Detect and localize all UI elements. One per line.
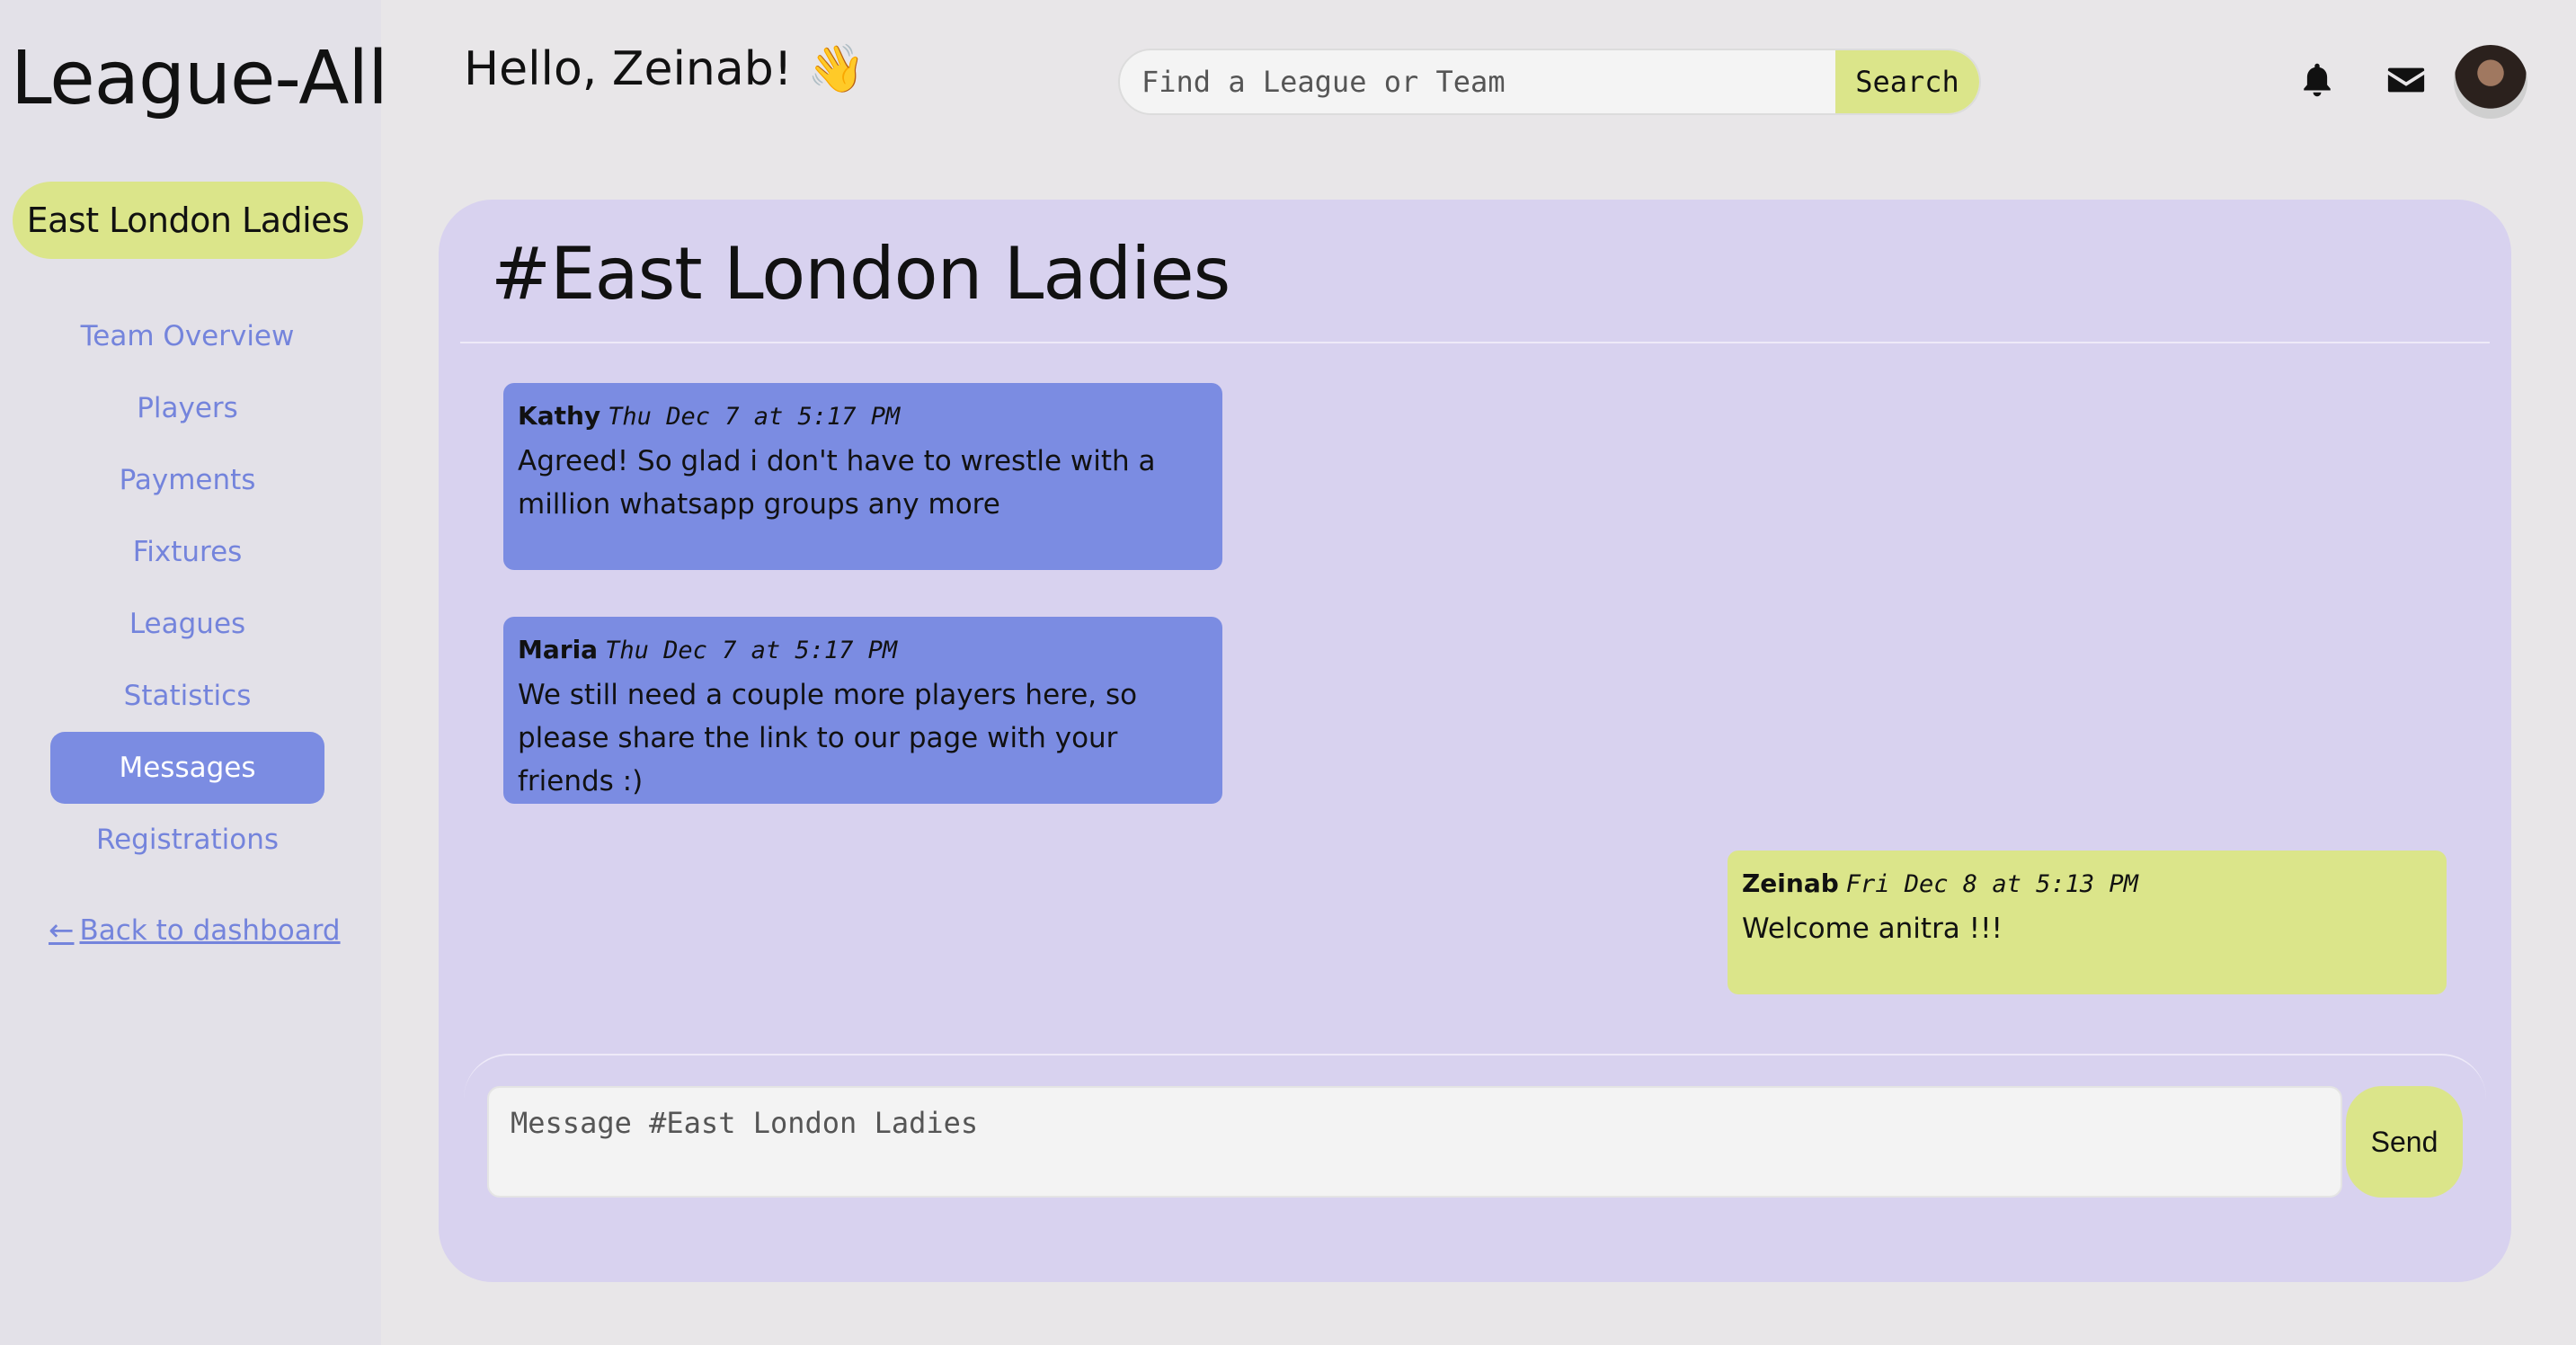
back-to-dashboard-label: Back to dashboard xyxy=(79,914,341,947)
sidebar-item-leagues[interactable]: Leagues xyxy=(50,588,324,660)
message-author: Kathy xyxy=(518,401,601,431)
back-to-dashboard-link[interactable]: ← Back to dashboard xyxy=(49,908,341,953)
sidebar-item-registrations[interactable]: Registrations xyxy=(50,804,324,876)
search-button[interactable]: Search xyxy=(1835,50,1979,113)
message-text: Agreed! So glad i don't have to wrestle … xyxy=(518,445,1156,521)
sidebar: League-All East London Ladies Team Overv… xyxy=(0,0,388,1345)
app-logo[interactable]: League-All xyxy=(11,36,388,121)
message-time: Fri Dec 8 at 5:13 PM xyxy=(1845,870,2138,898)
greeting: Hello, Zeinab! 👋 xyxy=(464,42,866,96)
sidebar-item-messages[interactable]: Messages xyxy=(50,732,324,804)
sidebar-item-statistics[interactable]: Statistics xyxy=(50,660,324,732)
sidebar-item-payments[interactable]: Payments xyxy=(50,444,324,516)
bell-icon[interactable] xyxy=(2296,59,2338,101)
sidebar-item-players[interactable]: Players xyxy=(50,372,324,444)
message-bubble: Maria Thu Dec 7 at 5:17 PM We still need … xyxy=(503,617,1222,804)
message-time: Thu Dec 7 at 5:17 PM xyxy=(605,637,898,664)
message-text: We still need a couple more players here… xyxy=(518,679,1138,797)
sidebar-item-team-overview[interactable]: Team Overview xyxy=(50,300,324,372)
sidebar-item-fixtures[interactable]: Fixtures xyxy=(50,516,324,588)
chat-panel: #East London Ladies Kathy Thu Dec 7 at 5:… xyxy=(439,200,2511,1282)
mail-icon[interactable] xyxy=(2385,59,2427,101)
send-button[interactable]: Send xyxy=(2346,1086,2463,1198)
channel-title: #East London Ladies xyxy=(491,232,1230,316)
message-bubble-own: Zeinab Fri Dec 8 at 5:13 PM Welcome anitr… xyxy=(1728,851,2447,994)
message-time: Thu Dec 7 at 5:17 PM xyxy=(608,403,901,431)
arrow-left-icon: ← xyxy=(49,913,75,949)
divider xyxy=(460,342,2490,343)
message-input[interactable] xyxy=(487,1086,2342,1198)
message-bubble: Kathy Thu Dec 7 at 5:17 PM Agreed! So gla… xyxy=(503,383,1222,570)
search-bar: Search xyxy=(1118,49,1981,115)
user-avatar[interactable] xyxy=(2454,45,2527,119)
team-name-badge[interactable]: East London Ladies xyxy=(13,182,363,259)
message-author: Zeinab xyxy=(1742,868,1839,898)
message-author: Maria xyxy=(518,635,599,664)
message-text: Welcome anitra !!! xyxy=(1742,913,2003,945)
search-input[interactable] xyxy=(1120,50,1835,113)
